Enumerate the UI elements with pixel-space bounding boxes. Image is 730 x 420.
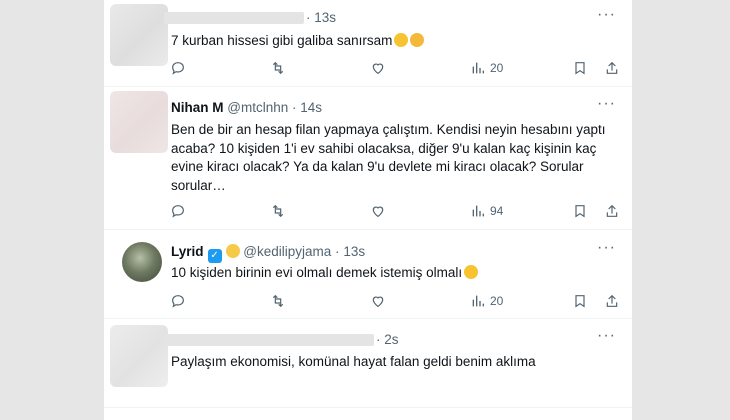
share-button[interactable]: [604, 291, 620, 311]
left-frame: [0, 0, 104, 420]
sparkle-emoji-icon: [225, 244, 240, 258]
bookmark-button[interactable]: [572, 58, 588, 78]
retweet-button[interactable]: [270, 201, 286, 221]
reply-thread: · 13s ··· 7 kurban hissesi gibi galiba s…: [104, 0, 632, 420]
tweet-text-line: sorular…: [171, 177, 226, 193]
timestamp[interactable]: 14s: [300, 100, 322, 115]
timestamp[interactable]: 13s: [343, 244, 365, 259]
share-button[interactable]: [604, 58, 620, 78]
user-handle[interactable]: @mtclnhn: [227, 100, 288, 115]
tweet-text-content: 10 kişiden birinin evi olmalı demek iste…: [171, 265, 463, 280]
avatar[interactable]: [122, 242, 162, 282]
tweet-text: 10 kişiden birinin evi olmalı demek iste…: [171, 264, 611, 283]
tweet-2[interactable]: Nihan M @mtclnhn · 14s ··· Ben de bir an…: [104, 87, 632, 230]
display-name[interactable]: Nihan M: [171, 100, 224, 115]
reply-button[interactable]: [170, 58, 186, 78]
bookmark-button[interactable]: [572, 201, 588, 221]
retweet-icon: [272, 294, 284, 308]
retweet-icon: [272, 61, 284, 75]
tweet-text-line: acaba? 10 kişiden 1'i ev sahibi olacaksa…: [171, 140, 597, 156]
tweet-4[interactable]: · 2s ··· Paylaşım ekonomisi, komünal hay…: [104, 319, 632, 420]
retweet-icon: [272, 204, 284, 218]
user-handle[interactable]: @kedilipyjama: [243, 244, 331, 259]
views-button[interactable]: 20: [470, 58, 503, 78]
action-bar: 20: [164, 58, 624, 78]
action-bar: 20: [164, 291, 624, 311]
views-icon: [472, 62, 484, 74]
like-button[interactable]: [370, 291, 386, 311]
divider: [104, 407, 632, 408]
reply-button[interactable]: [170, 201, 186, 221]
separator: ·: [292, 100, 297, 115]
timestamp[interactable]: 13s: [314, 10, 336, 25]
views-count: 20: [490, 61, 504, 75]
tweet-text: Ben de bir an hesap filan yapmaya çalışt…: [171, 121, 611, 195]
bookmark-icon: [575, 295, 585, 308]
bookmark-icon: [575, 62, 585, 75]
bookmark-button[interactable]: [572, 291, 588, 311]
like-icon: [372, 63, 384, 75]
share-button[interactable]: [604, 201, 620, 221]
tweet-text: 7 kurban hissesi gibi galiba sanırsam: [171, 32, 611, 51]
tweet-header: Nihan M @mtclnhn · 14s: [171, 99, 322, 117]
face-emoji-icon: [394, 33, 409, 47]
separator: ·: [306, 10, 311, 25]
tweet-3[interactable]: Lyrid ✓ @kedilipyjama · 13s ··· 10 kişide…: [104, 230, 632, 319]
views-icon: [472, 295, 484, 307]
display-name[interactable]: Lyrid: [171, 244, 204, 259]
thinking-emoji-icon: [464, 265, 479, 279]
redacted-name: [164, 12, 304, 24]
tweet-text-content: Paylaşım ekonomisi, komünal hayat falan …: [171, 354, 536, 369]
reply-icon: [172, 205, 184, 218]
blurred-avatar[interactable]: [110, 325, 168, 387]
separator: ·: [376, 332, 381, 347]
tweet-text: Paylaşım ekonomisi, komünal hayat falan …: [171, 353, 611, 372]
tweet-header: Lyrid ✓ @kedilipyjama · 13s: [171, 243, 365, 263]
more-icon[interactable]: ···: [597, 327, 616, 345]
share-icon: [606, 61, 618, 74]
like-icon: [372, 206, 384, 218]
views-count: 20: [490, 294, 504, 308]
blurred-avatar[interactable]: [110, 4, 168, 66]
like-button[interactable]: [370, 201, 386, 221]
more-icon[interactable]: ···: [597, 6, 616, 24]
views-count: 94: [490, 204, 504, 218]
verified-badge-icon: ✓: [207, 249, 222, 263]
more-icon[interactable]: ···: [597, 95, 616, 113]
reply-icon: [172, 62, 184, 75]
right-frame: [632, 0, 730, 420]
separator: ·: [335, 244, 340, 259]
like-icon: [372, 296, 384, 308]
tweet-header: · 2s: [376, 331, 399, 349]
timestamp[interactable]: 2s: [384, 332, 398, 347]
tweet-text-line: evine kiracı olacak? Ya da kalan 9'u dev…: [171, 159, 584, 174]
action-bar: 94: [164, 201, 624, 221]
views-button[interactable]: 20: [470, 291, 503, 311]
views-button[interactable]: 94: [470, 201, 503, 221]
reply-icon: [172, 295, 184, 308]
grimace-emoji-icon: [410, 33, 425, 47]
reply-button[interactable]: [170, 291, 186, 311]
like-button[interactable]: [370, 58, 386, 78]
redacted-name: [164, 334, 374, 346]
blurred-avatar[interactable]: [110, 91, 168, 153]
tweet-header: · 13s: [306, 9, 336, 27]
more-icon[interactable]: ···: [597, 239, 616, 257]
bookmark-icon: [575, 205, 585, 218]
tweet-text-line: Ben de bir an hesap filan yapmaya çalışt…: [171, 122, 606, 137]
tweet-text-content: 7 kurban hissesi gibi galiba sanırsam: [171, 33, 393, 48]
tweet-1[interactable]: · 13s ··· 7 kurban hissesi gibi galiba s…: [104, 0, 632, 87]
share-icon: [606, 294, 618, 307]
retweet-button[interactable]: [270, 291, 286, 311]
share-icon: [606, 204, 618, 217]
retweet-button[interactable]: [270, 58, 286, 78]
views-icon: [472, 205, 484, 217]
